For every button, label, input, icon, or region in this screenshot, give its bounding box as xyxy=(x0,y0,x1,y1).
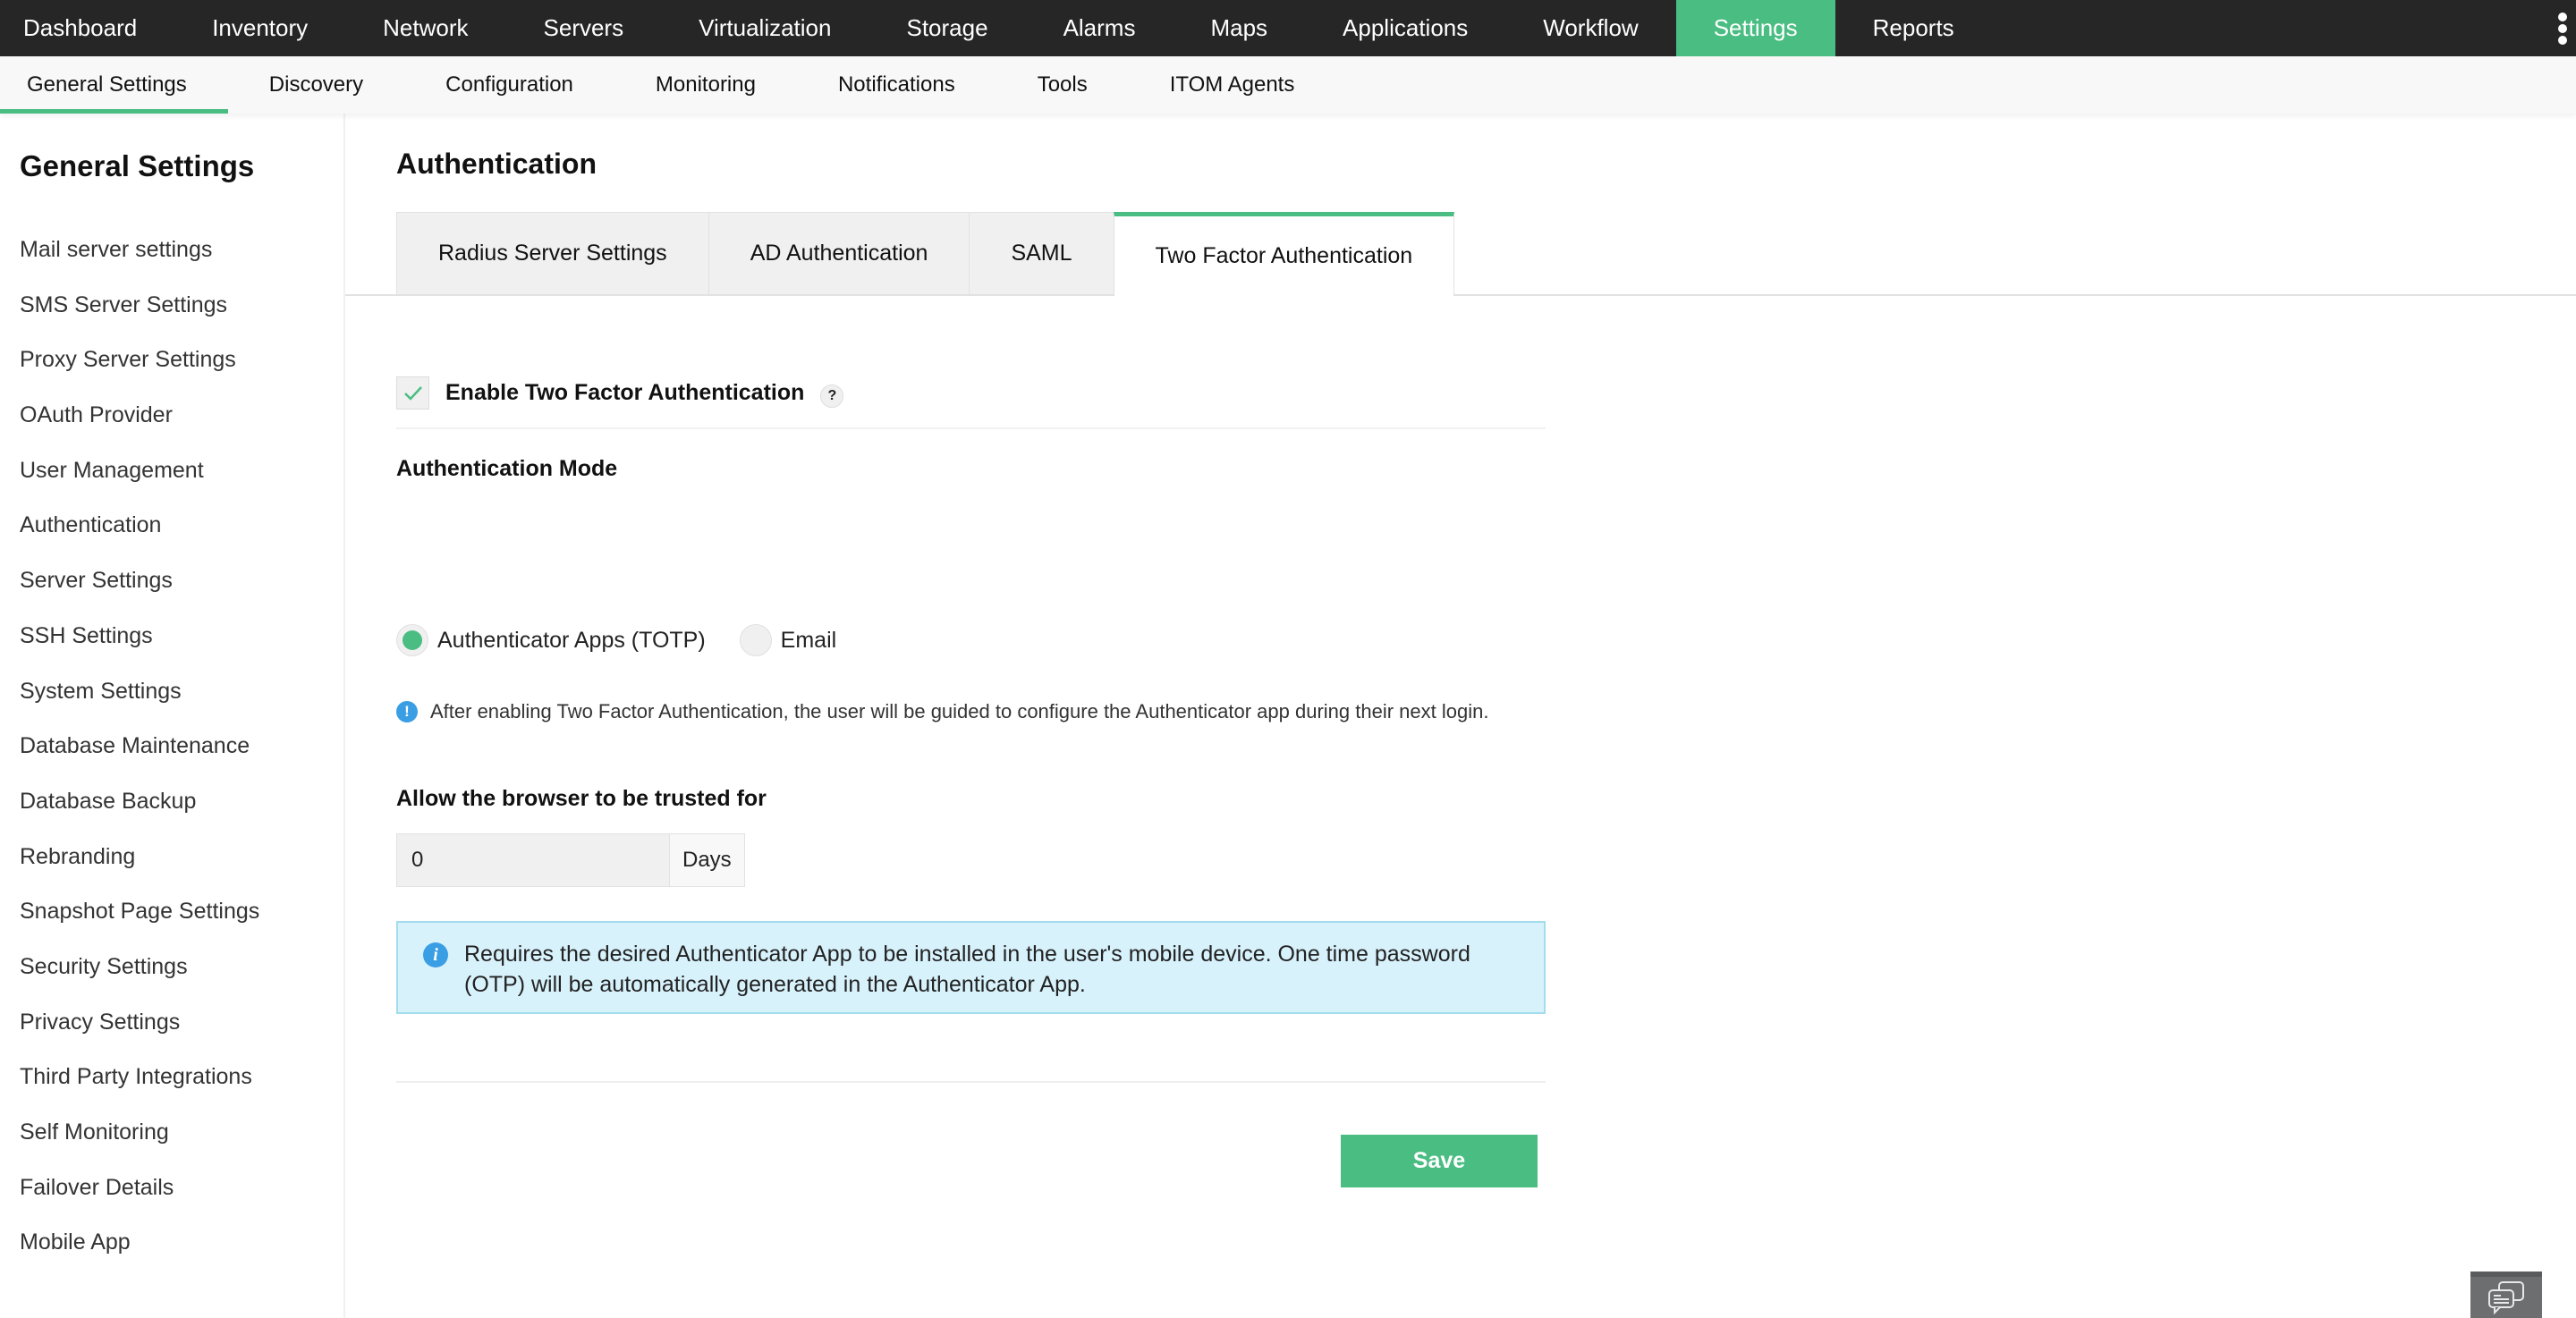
tab-radius-server-settings[interactable]: Radius Server Settings xyxy=(396,212,708,295)
auth-tabs: Radius Server Settings AD Authentication… xyxy=(396,212,1455,296)
sidebar-item-self-monitoring[interactable]: Self Monitoring xyxy=(20,1117,259,1172)
topnav-settings[interactable]: Settings xyxy=(1675,0,1835,56)
topnav-applications[interactable]: Applications xyxy=(1305,0,1505,56)
sidebar-item-third-party-integrations[interactable]: Third Party Integrations xyxy=(20,1061,259,1117)
subnav-itom-agents[interactable]: ITOM Agents xyxy=(1129,56,1336,114)
sidebar-item-snapshot-page-settings[interactable]: Snapshot Page Settings xyxy=(20,896,259,951)
section-divider xyxy=(396,427,1546,429)
topnav-reports[interactable]: Reports xyxy=(1835,0,1992,56)
sidebar-item-mail-server-settings[interactable]: Mail server settings xyxy=(20,234,259,290)
topnav-storage[interactable]: Storage xyxy=(869,0,1025,56)
sidebar-item-sms-server-settings[interactable]: SMS Server Settings xyxy=(20,290,259,345)
sidebar-item-oauth-provider[interactable]: OAuth Provider xyxy=(20,400,259,455)
topnav-inventory[interactable]: Inventory xyxy=(174,0,345,56)
sidebar-item-mobile-app[interactable]: Mobile App xyxy=(20,1227,259,1282)
subnav-notifications[interactable]: Notifications xyxy=(797,56,996,114)
subnav-configuration[interactable]: Configuration xyxy=(404,56,614,114)
subnav-general-settings[interactable]: General Settings xyxy=(0,56,228,114)
sidebar: General Settings Mail server settings SM… xyxy=(0,114,345,1318)
radio-authenticator-apps[interactable] xyxy=(396,624,428,656)
subnav-discovery[interactable]: Discovery xyxy=(228,56,404,114)
enable-2fa-checkbox[interactable] xyxy=(396,376,429,410)
page-title: Authentication xyxy=(396,148,597,180)
subnav-monitoring[interactable]: Monitoring xyxy=(614,56,797,114)
topnav-dashboard[interactable]: Dashboard xyxy=(0,0,174,56)
help-icon[interactable]: ? xyxy=(820,384,844,408)
auth-mode-label: Authentication Mode xyxy=(396,456,618,481)
auth-mode-radio-group: Authenticator Apps (TOTP) Email xyxy=(396,624,870,656)
sidebar-item-server-settings[interactable]: Server Settings xyxy=(20,565,259,621)
tab-two-factor-authentication[interactable]: Two Factor Authentication xyxy=(1113,212,1455,296)
sidebar-item-system-settings[interactable]: System Settings xyxy=(20,676,259,731)
exclamation-icon: ! xyxy=(396,701,418,722)
topnav-virtualization[interactable]: Virtualization xyxy=(661,0,869,56)
chat-bubbles-icon xyxy=(2488,1281,2524,1314)
ellipsis-dot xyxy=(2558,13,2567,21)
enable-2fa-label: Enable Two Factor Authentication xyxy=(445,380,805,405)
info-icon: i xyxy=(423,942,448,967)
sidebar-item-rebranding[interactable]: Rebranding xyxy=(20,841,259,897)
radio-email-label[interactable]: Email xyxy=(781,628,837,654)
vertical-ellipsis-icon[interactable] xyxy=(2556,13,2569,45)
sidebar-item-user-management[interactable]: User Management xyxy=(20,455,259,511)
subnav-tools[interactable]: Tools xyxy=(996,56,1129,114)
trust-browser-label: Allow the browser to be trusted for xyxy=(396,786,767,811)
form-footer-divider xyxy=(396,1081,1546,1083)
sub-navigation: General Settings Discovery Configuration… xyxy=(0,56,2576,114)
sidebar-item-security-settings[interactable]: Security Settings xyxy=(20,951,259,1007)
topnav-network[interactable]: Network xyxy=(345,0,505,56)
info-box: i Requires the desired Authenticator App… xyxy=(396,921,1546,1014)
topnav-alarms[interactable]: Alarms xyxy=(1026,0,1174,56)
topnav-workflow[interactable]: Workflow xyxy=(1505,0,1675,56)
sidebar-title: General Settings xyxy=(20,149,255,182)
info-text: Requires the desired Authenticator App t… xyxy=(464,942,1470,997)
trust-days-input[interactable] xyxy=(396,833,669,887)
enable-2fa-note: ! After enabling Two Factor Authenticatio… xyxy=(396,695,1546,729)
save-button[interactable]: Save xyxy=(1341,1135,1538,1187)
sidebar-item-proxy-server-settings[interactable]: Proxy Server Settings xyxy=(20,344,259,400)
tab-ad-authentication[interactable]: AD Authentication xyxy=(708,212,970,295)
tab-saml[interactable]: SAML xyxy=(969,212,1114,295)
sidebar-item-database-maintenance[interactable]: Database Maintenance xyxy=(20,731,259,786)
sidebar-item-privacy-settings[interactable]: Privacy Settings xyxy=(20,1007,259,1062)
topnav-maps[interactable]: Maps xyxy=(1173,0,1305,56)
sidebar-item-authentication[interactable]: Authentication xyxy=(20,510,259,565)
ellipsis-dot xyxy=(2558,24,2567,33)
days-unit-label: Days xyxy=(669,833,745,887)
note-text: After enabling Two Factor Authentication… xyxy=(430,700,1489,722)
trust-days-group: Days xyxy=(396,833,745,887)
sidebar-item-ssh-settings[interactable]: SSH Settings xyxy=(20,621,259,676)
ellipsis-dot xyxy=(2558,36,2567,45)
chat-button[interactable] xyxy=(2470,1272,2542,1318)
topnav-servers[interactable]: Servers xyxy=(506,0,662,56)
sidebar-item-database-backup[interactable]: Database Backup xyxy=(20,786,259,841)
enable-2fa-row: Enable Two Factor Authentication ? xyxy=(396,376,844,410)
radio-email[interactable] xyxy=(739,624,772,656)
top-navigation: Dashboard Inventory Network Servers Virt… xyxy=(0,0,2576,56)
main-content: Authentication Radius Server Settings AD… xyxy=(345,114,2576,1318)
sidebar-menu: Mail server settings SMS Server Settings… xyxy=(20,234,259,1282)
checkmark-icon xyxy=(403,385,422,401)
radio-authenticator-apps-label[interactable]: Authenticator Apps (TOTP) xyxy=(437,628,706,654)
radio-selected-dot xyxy=(402,630,422,650)
sidebar-item-failover-details[interactable]: Failover Details xyxy=(20,1172,259,1228)
